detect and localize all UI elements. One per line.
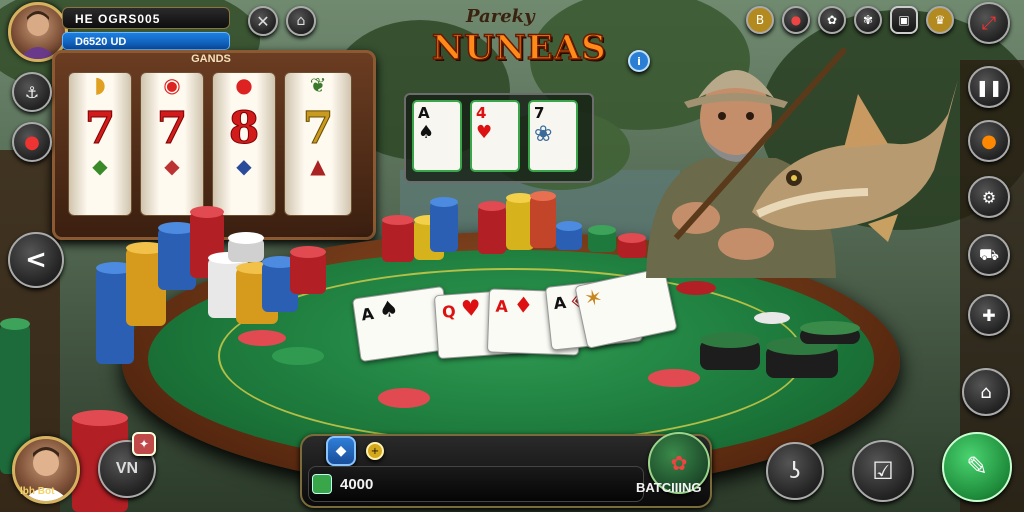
diamond-icon: ♦: [513, 293, 534, 319]
coin-count: 4000: [340, 476, 374, 493]
gem-shop-button[interactable]: ◆: [326, 436, 356, 466]
fish-catch: [752, 80, 958, 242]
plus-icon: +: [370, 445, 380, 457]
heart-icon: ♥: [460, 296, 482, 323]
catch-button-label: BATCIIING: [636, 480, 702, 495]
dragon-icon: ✶: [582, 284, 606, 314]
bait-icon: ✿: [670, 451, 688, 475]
edit-button[interactable]: ✎: [942, 432, 1012, 502]
coin-icon: [312, 474, 332, 494]
table-card-2-rank: Q: [441, 301, 457, 322]
spade-icon: ♠: [377, 296, 401, 324]
gift-icon: ✦: [138, 437, 150, 451]
table-card-4-rank: A: [552, 292, 568, 314]
gift-badge[interactable]: ✦: [132, 432, 156, 456]
table-card-1-rank: A: [360, 303, 375, 325]
hook-button[interactable]: ʖ: [766, 442, 824, 500]
bottom-avatar-caption: lbh Bot: [20, 486, 55, 497]
vn-button-label: VN: [115, 460, 139, 477]
hook-icon: ʖ: [789, 458, 801, 484]
gem-icon: ◆: [335, 443, 347, 459]
table-card-3-rank: A: [495, 296, 509, 317]
chip-stack-center: [382, 191, 646, 262]
pen-icon: ✎: [966, 452, 988, 482]
checkbox-icon: ☑: [872, 457, 894, 485]
chip-stack-right: [648, 281, 860, 387]
confirm-button[interactable]: ☑: [852, 440, 914, 502]
add-coins-button[interactable]: +: [366, 442, 384, 460]
